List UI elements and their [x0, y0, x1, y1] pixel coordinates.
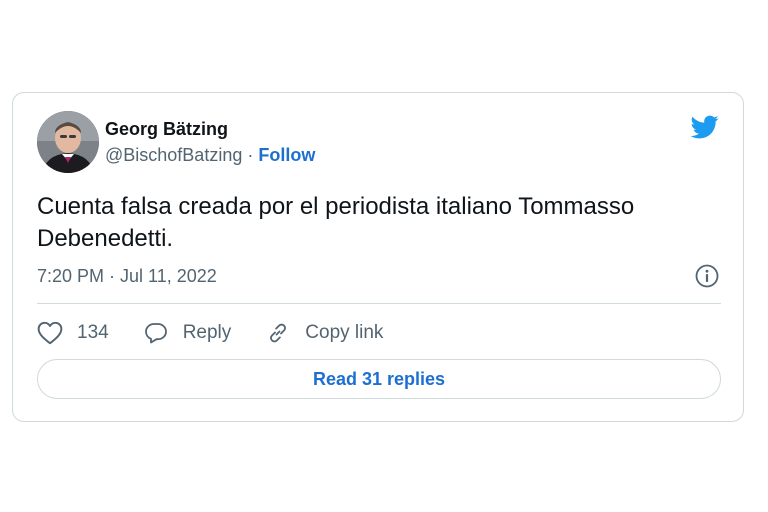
link-icon: [270, 323, 287, 343]
tweet-card: Georg Bätzing @BischofBatzing · Follow Cue…: [12, 92, 744, 422]
avatar-photo-icon: [37, 111, 99, 173]
separator-dot: ·: [247, 145, 254, 165]
read-replies-button[interactable]: Read 31 replies: [37, 359, 721, 399]
tweet-timestamp[interactable]: 7:20 PM · Jul 11, 2022: [37, 266, 217, 287]
copy-link-button[interactable]: Copy link: [265, 321, 383, 345]
reply-label: Reply: [182, 322, 232, 343]
author-name[interactable]: Georg Bätzing: [105, 119, 228, 140]
author-handle-row: @BischofBatzing · Follow: [105, 145, 315, 166]
reply-button[interactable]: Reply: [143, 321, 232, 345]
reply-bubble-icon: [144, 323, 167, 344]
like-button[interactable]: 134: [37, 321, 109, 345]
twitter-bird-icon[interactable]: [689, 113, 721, 141]
info-icon[interactable]: [695, 264, 719, 288]
tweet-actions: 134 Reply Copy link: [37, 319, 417, 347]
follow-button[interactable]: Follow: [258, 145, 315, 165]
like-count: 134: [77, 322, 109, 343]
author-avatar[interactable]: [37, 111, 99, 173]
tweet-text: Cuenta falsa creada por el periodista it…: [37, 193, 635, 252]
divider: [37, 303, 721, 304]
copy-link-label: Copy link: [305, 322, 384, 343]
heart-icon: [37, 321, 63, 345]
author-handle[interactable]: @BischofBatzing: [105, 145, 242, 165]
